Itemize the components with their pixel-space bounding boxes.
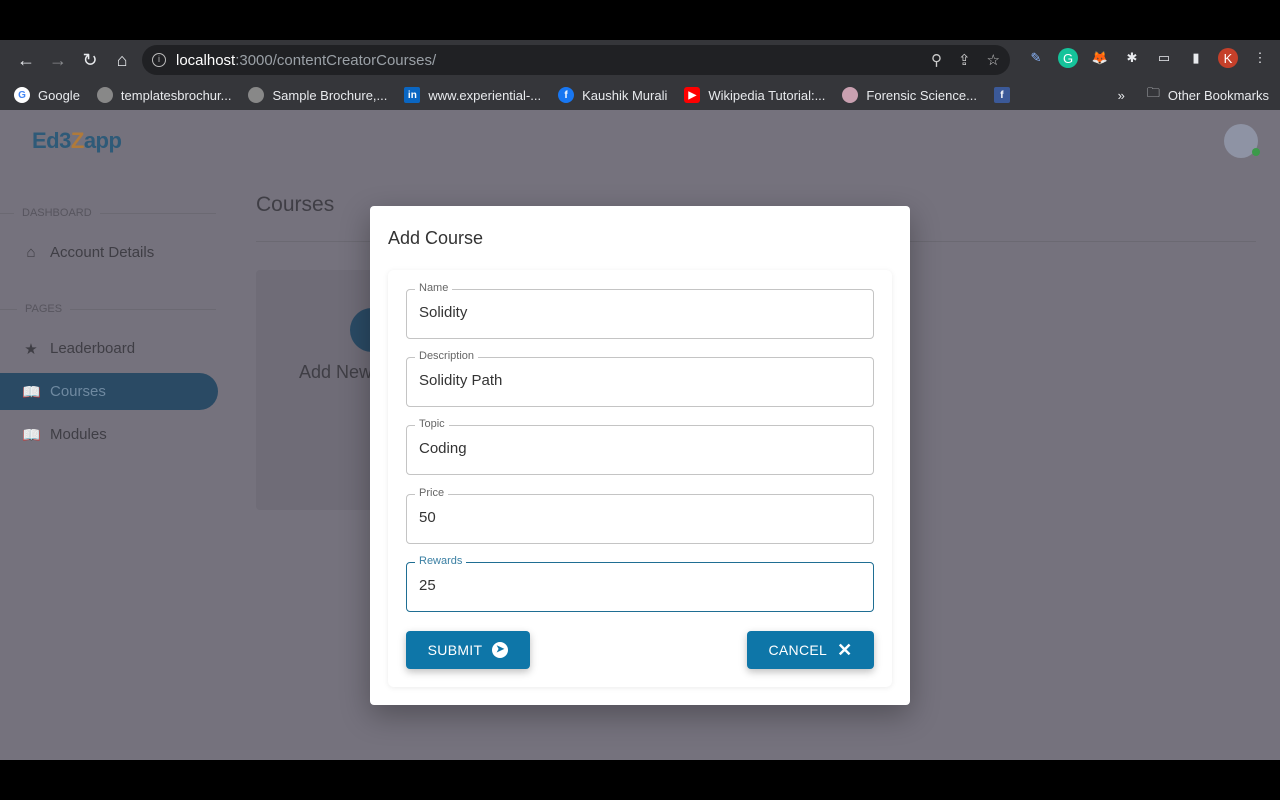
bookmark[interactable]: Sample Brochure,...	[248, 87, 387, 103]
folder-icon: 🗀	[1146, 85, 1160, 100]
bookmark[interactable]: Forensic Science...	[842, 87, 977, 103]
star-icon[interactable]: ☆	[987, 51, 1000, 69]
bookmark[interactable]: in www.experiential-...	[404, 87, 541, 103]
description-input[interactable]	[419, 372, 859, 389]
other-bookmarks[interactable]: Other Bookmarks	[1168, 88, 1269, 103]
send-icon: ➤	[492, 642, 509, 658]
section-label: DASHBOARD	[22, 207, 92, 219]
url-path: :3000/contentCreatorCourses/	[235, 51, 437, 69]
back-icon[interactable]: ←	[10, 50, 42, 71]
home-icon: ⌂	[26, 244, 36, 261]
sidebar-section-pages: PAGES	[0, 303, 216, 315]
field-label: Description	[415, 350, 479, 362]
globe-icon	[96, 87, 113, 103]
course-form: Name Description Topic Price Rewards SUB…	[388, 270, 892, 687]
book-icon: 📖	[22, 383, 41, 401]
trophy-icon: ★	[24, 340, 38, 358]
grammarly-icon[interactable]: G	[1058, 48, 1078, 68]
field-label: Rewards	[415, 555, 467, 567]
add-course-dialog: Add Course Name Description Topic Price …	[370, 206, 910, 705]
cast-icon[interactable]: ▭	[1154, 48, 1174, 68]
bookmarks-bar: G Google templatesbrochur... Sample Broch…	[0, 80, 1280, 110]
share-icon[interactable]: ⇪	[958, 51, 971, 69]
facebook-icon: f	[993, 87, 1010, 103]
sidebar-item-courses[interactable]: 📖 Courses	[0, 373, 218, 410]
sidepanel-icon[interactable]: ▮	[1186, 48, 1206, 68]
submit-button[interactable]: SUBMIT ➤	[406, 631, 530, 669]
section-label: PAGES	[25, 303, 63, 315]
menu-icon[interactable]: ⋮	[1250, 48, 1270, 68]
page-title: Courses	[256, 193, 335, 216]
sidebar-item-leaderboard[interactable]: ★ Leaderboard	[0, 330, 218, 367]
screen-bottom-bar	[0, 760, 1280, 800]
field-label: Topic	[415, 418, 449, 430]
dialog-title: Add Course	[388, 228, 484, 248]
price-field[interactable]: Price	[406, 487, 874, 544]
seal-icon	[842, 87, 859, 103]
book-icon: 📖	[22, 426, 41, 444]
home-icon[interactable]: ⌂	[106, 50, 138, 71]
bookmark[interactable]: templatesbrochur...	[96, 87, 232, 103]
sidebar-item-label: Leaderboard	[50, 340, 136, 357]
bookmark-label: Sample Brochure,...	[272, 87, 388, 103]
name-input[interactable]	[419, 304, 859, 321]
field-label: Price	[415, 487, 449, 499]
extensions-icon[interactable]: ✱	[1122, 48, 1142, 68]
sidebar-item-label: Courses	[50, 383, 106, 400]
bookmark[interactable]: G Google	[14, 87, 80, 103]
metamask-icon[interactable]: 🦊	[1090, 48, 1110, 68]
sidebar-item-label: Modules	[50, 426, 107, 443]
url-host: localhost	[176, 51, 236, 69]
rewards-input[interactable]	[419, 577, 859, 594]
online-status-dot	[1252, 148, 1260, 156]
description-field[interactable]: Description	[406, 350, 874, 407]
sidebar-section-dashboard: DASHBOARD	[0, 207, 216, 219]
youtube-icon: ▶	[684, 87, 701, 103]
bookmark-label: templatesbrochur...	[120, 87, 232, 103]
price-input[interactable]	[419, 509, 859, 526]
rewards-field[interactable]: Rewards	[406, 555, 874, 612]
topic-field[interactable]: Topic	[406, 418, 874, 475]
logo-part: Ed3	[32, 128, 71, 153]
bookmark-label: www.experiential-...	[428, 87, 542, 103]
logo-part: Z	[70, 128, 84, 153]
reload-icon[interactable]: ↻	[74, 50, 106, 71]
sidebar-item-label: Account Details	[50, 244, 155, 261]
sidebar-item-account-details[interactable]: ⌂ Account Details	[0, 234, 218, 271]
bookmark[interactable]: ▶ Wikipedia Tutorial:...	[684, 87, 825, 103]
card-label: Add New	[299, 362, 373, 382]
bookmark-label: Kaushik Murali	[582, 87, 668, 103]
bookmark-label: Google	[38, 87, 80, 103]
name-field[interactable]: Name	[406, 282, 874, 339]
info-icon[interactable]: i	[152, 53, 166, 67]
zoom-icon[interactable]: ⚲	[931, 51, 942, 69]
sidebar-item-modules[interactable]: 📖 Modules	[0, 416, 218, 453]
bookmark-label: Forensic Science...	[866, 87, 977, 103]
globe-icon	[248, 87, 265, 103]
close-icon: ✕	[837, 639, 853, 660]
button-label: CANCEL	[768, 642, 828, 658]
eyedropper-extension-icon[interactable]: ✎	[1026, 48, 1046, 68]
logo[interactable]: Ed3Zapp	[32, 128, 122, 154]
field-label: Name	[415, 282, 453, 294]
logo-part: app	[83, 128, 122, 153]
cancel-button[interactable]: CANCEL ✕	[747, 631, 874, 669]
user-avatar[interactable]	[1224, 124, 1260, 158]
more-bookmarks-icon[interactable]: »	[1118, 88, 1125, 103]
google-icon: G	[14, 87, 30, 103]
button-label: SUBMIT	[427, 642, 483, 658]
profile-avatar[interactable]: K	[1218, 48, 1238, 68]
forward-icon[interactable]: →	[42, 50, 74, 71]
topic-input[interactable]	[419, 440, 859, 457]
address-bar[interactable]: i localhost:3000/contentCreatorCourses/ …	[142, 45, 1010, 75]
bookmark[interactable]: f Kaushik Murali	[558, 87, 667, 103]
facebook-icon: f	[558, 87, 575, 103]
bookmark-label: Wikipedia Tutorial:...	[708, 87, 826, 103]
bookmark[interactable]: f	[993, 87, 1018, 103]
browser-chrome: ← → ↻ ⌂ i localhost:3000/contentCreatorC…	[0, 40, 1280, 110]
linkedin-icon: in	[404, 87, 421, 103]
